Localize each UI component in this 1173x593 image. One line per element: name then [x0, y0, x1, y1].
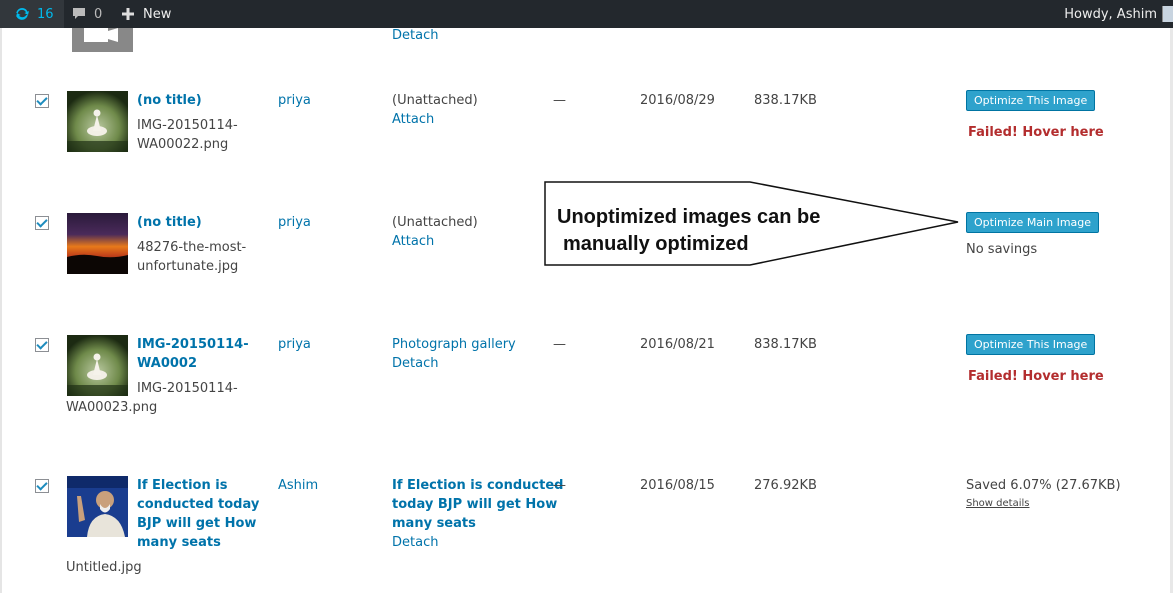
row-filename: IMG-20150114- WA00022.png [137, 116, 238, 154]
optimize-this-image-button[interactable]: Optimize This Image [966, 334, 1096, 355]
title-line[interactable]: WA0002 [137, 354, 249, 373]
avatar[interactable] [1162, 6, 1173, 22]
row-size: 276.92KB [754, 478, 817, 493]
callout-line: manually optimized [563, 233, 749, 255]
failed-hover-status[interactable]: Failed! Hover here [968, 125, 1104, 140]
row-filename: IMG-20150114- [137, 381, 238, 396]
optimize-this-image-button[interactable]: Optimize This Image [966, 90, 1096, 111]
comments-menu[interactable]: 0 [72, 0, 102, 28]
plus-icon [122, 8, 134, 20]
row-title-link[interactable]: (no title) [137, 91, 202, 110]
row-thumbnail[interactable] [67, 335, 128, 396]
attach-link[interactable]: Attach [392, 232, 434, 251]
row-comments: — [553, 337, 566, 352]
row-filename: 48276-the-most- unfortunate.jpg [137, 238, 246, 276]
attached-line[interactable]: many seats [392, 514, 563, 533]
detach-link[interactable]: Detach [392, 354, 438, 373]
attached-line[interactable]: today BJP will get How [392, 495, 563, 514]
no-savings-status: No savings [966, 242, 1038, 257]
row-checkbox[interactable] [35, 338, 49, 352]
row-filename: Untitled.jpg [66, 560, 142, 575]
video-icon [84, 28, 118, 42]
meditation-image [67, 91, 128, 152]
sunset-image [67, 213, 128, 274]
row-author-link[interactable]: priya [278, 337, 311, 352]
row-thumbnail[interactable] [67, 213, 128, 274]
updates-menu[interactable]: 16 [0, 0, 64, 28]
title-line[interactable]: conducted today [137, 495, 259, 514]
comment-icon [73, 8, 85, 19]
row-date: 2016/08/15 [640, 478, 715, 493]
row-author-link[interactable]: priya [278, 215, 311, 230]
row-date: 2016/08/21 [640, 337, 715, 352]
row-filename-cont: WA00023.png [66, 400, 158, 415]
howdy-text: Howdy, Ashim [1064, 6, 1157, 22]
saved-status: Saved 6.07% (27.67KB) [966, 478, 1121, 493]
row-date: 2016/08/29 [640, 93, 715, 108]
row-title-link[interactable]: IMG-20150114- WA0002 [137, 335, 249, 373]
attached-gallery-link[interactable]: Photograph gallery [392, 335, 516, 354]
attached-post-link[interactable]: If Election is conducted today BJP will … [392, 476, 563, 533]
row-thumbnail[interactable] [67, 91, 128, 152]
detach-link[interactable]: Detach [392, 533, 438, 552]
show-details-link[interactable]: Show details [966, 498, 1029, 509]
new-label: New [143, 6, 172, 22]
comments-count: 0 [94, 6, 103, 22]
filename-line: 48276-the-most- [137, 240, 247, 255]
attached-line[interactable]: If Election is conducted [392, 476, 563, 495]
meditation-image [67, 335, 128, 396]
account-menu[interactable]: Howdy, Ashim [1064, 0, 1157, 28]
row-comments: — [553, 93, 566, 108]
filename-line: WA00022.png [137, 137, 229, 152]
title-line[interactable]: If Election is [137, 476, 259, 495]
row-author-link[interactable]: priya [278, 93, 311, 108]
updates-count: 16 [37, 6, 54, 22]
filename-line: IMG-20150114- [137, 118, 238, 133]
row-comments: — [553, 478, 566, 493]
row-thumbnail[interactable] [67, 476, 128, 537]
callout-text: Unoptimized images can be manually optim… [557, 204, 887, 258]
updates-icon [16, 7, 29, 20]
video-thumbnail[interactable] [72, 28, 133, 52]
optimize-main-image-button[interactable]: Optimize Main Image [966, 212, 1100, 233]
filename-line: unfortunate.jpg [137, 259, 239, 274]
attach-link[interactable]: Attach [392, 110, 434, 129]
admin-bar: 16 0 New Howdy, Ashim [0, 0, 1173, 28]
row-title-link[interactable]: (no title) [137, 213, 202, 232]
row-size: 838.17KB [754, 93, 817, 108]
title-line[interactable]: many seats [137, 533, 259, 552]
title-line[interactable]: IMG-20150114- [137, 335, 249, 354]
content-edge [0, 28, 2, 593]
row-attached-status: (Unattached) [392, 93, 478, 108]
title-line[interactable]: BJP will get How [137, 514, 259, 533]
row-attached-status: (Unattached) [392, 215, 478, 230]
row-checkbox[interactable] [35, 479, 49, 493]
new-content-menu[interactable]: New [121, 0, 171, 28]
failed-hover-status[interactable]: Failed! Hover here [968, 369, 1104, 384]
portrait-image [67, 476, 128, 537]
row-size: 838.17KB [754, 337, 817, 352]
callout-line: Unoptimized images can be [557, 206, 821, 228]
row-title-link[interactable]: If Election is conducted today BJP will … [137, 476, 259, 552]
row-author-link[interactable]: Ashim [278, 478, 318, 493]
row-checkbox[interactable] [35, 94, 49, 108]
row-checkbox[interactable] [35, 216, 49, 230]
detach-link[interactable]: Detach [392, 26, 438, 45]
